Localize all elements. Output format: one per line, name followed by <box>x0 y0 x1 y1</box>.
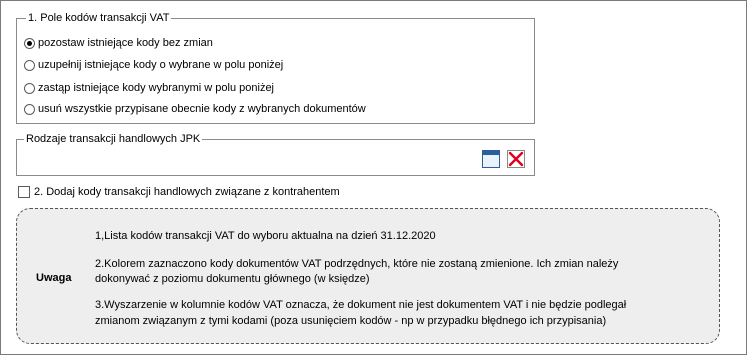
add-codes-checkbox[interactable] <box>18 186 30 198</box>
window-icon[interactable] <box>482 150 500 168</box>
radio-complete-codes[interactable]: uzupełnij istniejące kody o wybrane w po… <box>24 57 283 73</box>
dialog-frame: 1. Pole kodów transakcji VAT pozostaw is… <box>0 0 747 355</box>
close-icon[interactable] <box>507 150 525 168</box>
note-box: Uwaga 1,Lista kodów transakcji VAT do wy… <box>16 208 720 344</box>
note-line: 2.Kolorem zaznaczono kody dokumentów VAT… <box>95 258 619 270</box>
note-line: dokonywać z poziomu dokumentu głównego (… <box>95 273 370 285</box>
radio-button[interactable] <box>24 59 35 71</box>
vat-codes-legend: 1. Pole kodów transakcji VAT <box>26 12 172 25</box>
radio-label: usuń wszystkie przypisane obecnie kody z… <box>38 103 366 115</box>
radio-keep-codes[interactable]: pozostaw istniejące kody bez zmian <box>24 35 213 51</box>
radio-button[interactable] <box>24 82 35 94</box>
note-line: 1,Lista kodów transakcji VAT do wyboru a… <box>95 230 436 242</box>
note-line: 3.Wyszarzenie w kolumnie kodów VAT oznac… <box>95 299 627 311</box>
add-codes-label: 2. Dodaj kody transakcji handlowych zwią… <box>34 186 340 198</box>
radio-label: pozostaw istniejące kody bez zmian <box>38 37 213 49</box>
radio-label: zastąp istniejące kody wybranymi w polu … <box>38 82 275 94</box>
vat-codes-group: 1. Pole kodów transakcji VAT pozostaw is… <box>16 12 535 124</box>
radio-button[interactable] <box>24 103 35 115</box>
jpk-legend: Rodzaje transakcji handlowych JPK <box>24 133 203 146</box>
note-line: zmianom związanym z tymi kodami (poza us… <box>95 315 607 327</box>
radio-button-checked[interactable] <box>24 37 35 49</box>
radio-remove-codes[interactable]: usuń wszystkie przypisane obecnie kody z… <box>24 101 366 117</box>
radio-label: uzupełnij istniejące kody o wybrane w po… <box>38 59 284 71</box>
note-title: Uwaga <box>36 272 72 284</box>
radio-replace-codes[interactable]: zastąp istniejące kody wybranymi w polu … <box>24 80 274 96</box>
add-codes-checkbox-row[interactable]: 2. Dodaj kody transakcji handlowych zwią… <box>18 185 340 199</box>
jpk-group: Rodzaje transakcji handlowych JPK <box>16 133 535 176</box>
